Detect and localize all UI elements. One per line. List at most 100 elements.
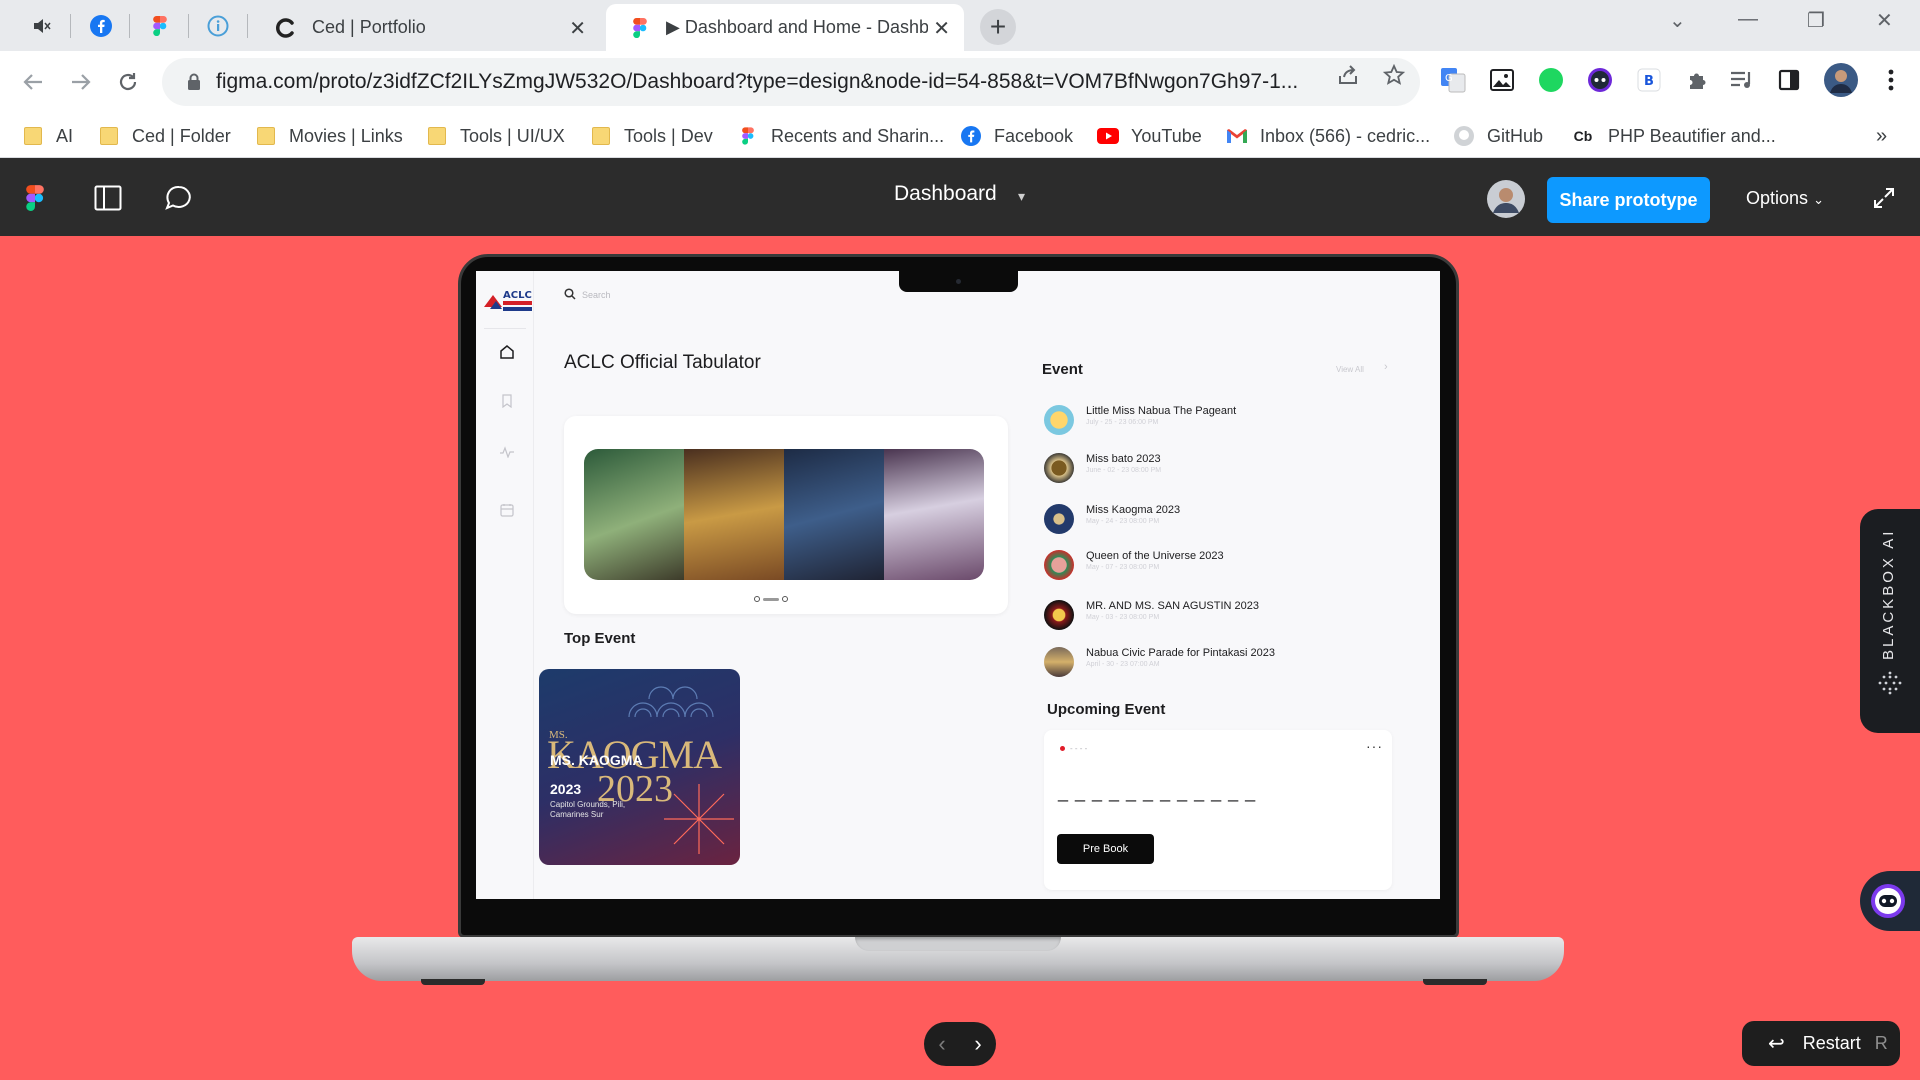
url-text[interactable]: figma.com/proto/z3idfZCf2ILYsZmgJW532O/D…	[216, 70, 1306, 94]
laptop-foot	[1423, 979, 1487, 985]
fullscreen-icon[interactable]	[1872, 186, 1896, 215]
bookmark-ai[interactable]: AI	[22, 122, 73, 150]
bookmark-movies-links[interactable]: Movies | Links	[255, 122, 403, 150]
avatar[interactable]	[1487, 180, 1525, 223]
event-avatar	[1044, 550, 1074, 580]
event-avatar	[1044, 504, 1074, 534]
assistant-extension-icon[interactable]	[1584, 64, 1616, 96]
event-list-item[interactable]: Miss Kaogma 2023 May - 24 - 23 08:00 PM	[1044, 504, 1180, 534]
reload-icon[interactable]	[110, 64, 146, 100]
profile-avatar[interactable]	[1823, 62, 1859, 98]
event-list-item[interactable]: Little Miss Nabua The Pageant July - 25 -…	[1044, 405, 1236, 435]
chevron-right-icon[interactable]: ›	[1384, 361, 1388, 373]
back-icon[interactable]	[15, 64, 51, 100]
close-icon[interactable]: ✕	[933, 16, 950, 41]
tab-title: Ced | Portfolio	[312, 17, 426, 37]
github-icon	[1453, 126, 1475, 146]
aclc-logo[interactable]: ACLC	[482, 285, 532, 317]
bookmarks-overflow-chevron[interactable]: »	[1876, 122, 1887, 150]
forward-icon[interactable]	[63, 64, 99, 100]
app-search-input[interactable]: Search	[564, 288, 611, 302]
tab-search-chevron-icon[interactable]: ⌄	[1669, 8, 1686, 33]
restore-icon[interactable]: ❐	[1807, 8, 1825, 33]
figma-logo-icon[interactable]	[26, 185, 44, 216]
tab-ced-portfolio[interactable]: Ced | Portfolio ✕	[252, 4, 600, 51]
kebab-menu-icon[interactable]	[1875, 64, 1907, 96]
cb-icon: Cb	[1573, 128, 1593, 144]
address-bar[interactable]: figma.com/proto/z3idfZCf2ILYsZmgJW532O/D…	[162, 58, 1420, 106]
sidebar-toggle-icon[interactable]	[94, 185, 122, 216]
cloud-pattern-icon	[628, 686, 714, 718]
share-page-icon[interactable]	[1336, 63, 1360, 87]
media-queue-icon[interactable]	[1726, 64, 1758, 96]
bookmark-php-beautifier[interactable]: Cb PHP Beautifier and...	[1570, 122, 1776, 150]
bookmark-icon[interactable]	[498, 392, 516, 410]
prototype-nav: ‹ ›	[924, 1022, 996, 1066]
chevron-down-icon: ⌄	[1813, 192, 1824, 207]
new-tab-button[interactable]: +	[980, 9, 1016, 45]
top-event-location: Capitol Grounds, Pili,	[550, 800, 626, 809]
event-avatar	[1044, 453, 1074, 483]
home-icon[interactable]	[498, 343, 516, 361]
event-date: July - 25 - 23 06:00 PM	[1086, 419, 1159, 426]
extensions-puzzle-icon[interactable]	[1682, 64, 1714, 96]
view-all-link[interactable]: View All	[1336, 365, 1364, 374]
more-options-icon[interactable]: ···	[1366, 738, 1383, 754]
window-close-icon[interactable]: ✕	[1876, 8, 1893, 33]
bookmark-youtube[interactable]: YouTube	[1097, 122, 1202, 150]
bookmark-facebook[interactable]: Facebook	[960, 122, 1073, 150]
bookmarks-bar: AI Ced | Folder Movies | Links Tools | U…	[0, 113, 1920, 158]
pre-book-button[interactable]: Pre Book	[1057, 834, 1154, 864]
tab-dashboard[interactable]: ▶ Dashboard and Home - Dashb ✕	[606, 4, 964, 51]
comment-icon[interactable]	[165, 185, 193, 216]
b-extension-icon[interactable]: B	[1633, 64, 1665, 96]
close-icon[interactable]: ✕	[569, 16, 586, 41]
event-name: MR. AND MS. SAN AGUSTIN 2023	[1086, 600, 1259, 612]
minimize-icon[interactable]: —	[1738, 8, 1758, 31]
laptop-foot	[421, 979, 485, 985]
info-icon[interactable]	[198, 8, 238, 44]
event-list-item[interactable]: MR. AND MS. SAN AGUSTIN 2023 May - 03 - 2…	[1044, 600, 1259, 630]
share-prototype-button[interactable]: Share prototype	[1547, 177, 1710, 223]
green-status-icon[interactable]	[1535, 64, 1567, 96]
lock-icon[interactable]	[184, 73, 204, 91]
gmail-icon	[1226, 126, 1248, 146]
next-frame-icon[interactable]: ›	[974, 1031, 981, 1057]
restart-button[interactable]: ↩ Restart R	[1742, 1021, 1900, 1066]
event-name: Miss Kaogma 2023	[1086, 504, 1181, 516]
bookmark-tools-uiux[interactable]: Tools | UI/UX	[426, 122, 565, 150]
side-panel-icon[interactable]	[1773, 64, 1805, 96]
bookmark-star-icon[interactable]	[1382, 63, 1406, 87]
top-event-location: Camarines Sur	[550, 810, 604, 819]
calendar-icon[interactable]	[498, 501, 516, 519]
bookmark-github[interactable]: GitHub	[1453, 122, 1543, 150]
figma-icon	[737, 126, 759, 146]
speaker-muted-icon[interactable]	[22, 8, 62, 44]
activity-icon[interactable]	[498, 443, 516, 461]
event-name: Little Miss Nabua The Pageant	[1086, 405, 1237, 417]
upcoming-status: - - - -	[1070, 744, 1088, 753]
photo-carousel[interactable]	[564, 416, 1008, 614]
google-translate-icon[interactable]: G	[1437, 64, 1469, 96]
bookmark-figma-recents[interactable]: Recents and Sharin...	[737, 122, 944, 150]
facebook-icon[interactable]	[81, 8, 121, 44]
figma-icon[interactable]	[140, 8, 180, 44]
event-list-item[interactable]: Queen of the Universe 2023 May - 07 - 23 …	[1044, 550, 1224, 580]
bookmark-ced-folder[interactable]: Ced | Folder	[98, 122, 231, 150]
bookmark-gmail[interactable]: Inbox (566) - cedric...	[1226, 122, 1430, 150]
c-logo-icon	[274, 16, 298, 40]
event-name: Miss bato 2023	[1086, 453, 1161, 465]
folder-icon	[98, 126, 120, 146]
image-icon[interactable]	[1486, 64, 1518, 96]
carousel-pagination[interactable]	[754, 596, 788, 602]
chevron-down-icon[interactable]: ▾	[1018, 188, 1025, 205]
event-list-item[interactable]: Nabua Civic Parade for Pintakasi 2023 Apr…	[1044, 647, 1275, 677]
assistant-floating-button[interactable]	[1860, 871, 1920, 931]
top-event-card[interactable]: MS. KAOGMA 2023 MS. KAOGMA 2023 Capitol …	[539, 669, 740, 865]
bookmark-tools-dev[interactable]: Tools | Dev	[590, 122, 713, 150]
prototype-title[interactable]: Dashboard	[894, 182, 997, 206]
options-menu[interactable]: Options ⌄	[1746, 188, 1824, 209]
event-list-item[interactable]: Miss bato 2023 June - 02 - 23 08:00 PM	[1044, 453, 1161, 483]
tab-title: ▶ Dashboard and Home - Dashb	[666, 17, 928, 37]
previous-frame-icon[interactable]: ‹	[938, 1031, 945, 1057]
